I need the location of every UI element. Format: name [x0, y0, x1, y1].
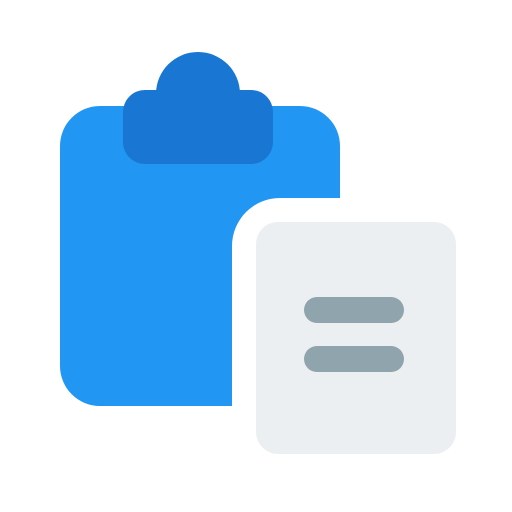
document-sheet [256, 222, 456, 454]
clipboard-paste-icon [60, 52, 456, 454]
clipboard-clip [123, 52, 273, 164]
icon-canvas [0, 0, 512, 512]
